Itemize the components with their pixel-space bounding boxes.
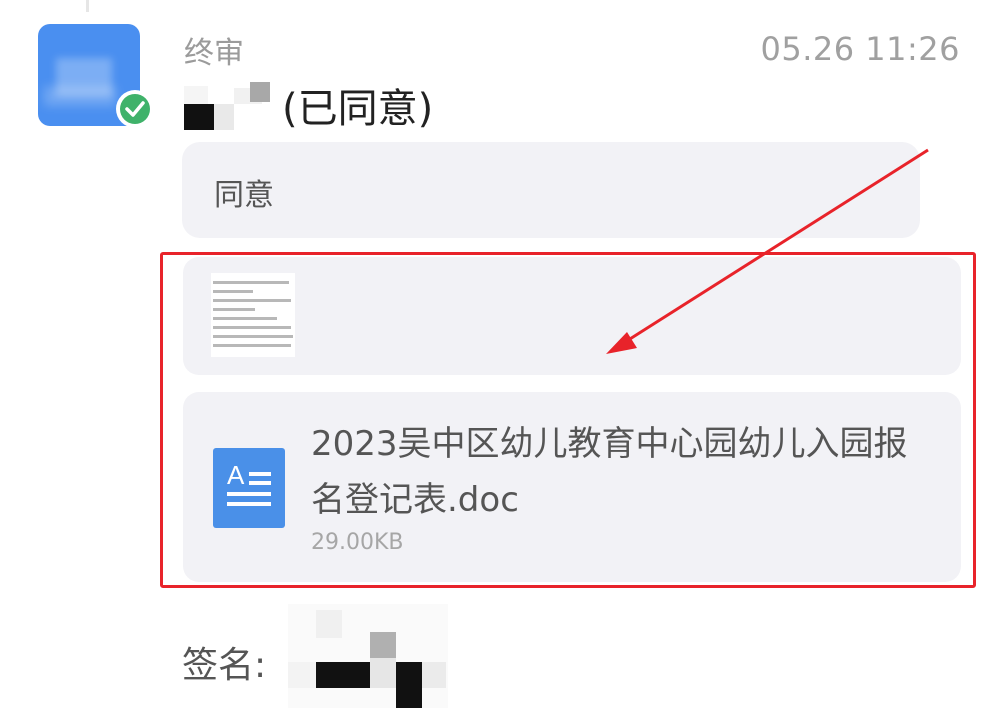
signature-redacted xyxy=(288,604,448,708)
pointer-arrow xyxy=(606,148,929,354)
signature-label: 签名: xyxy=(182,645,267,686)
